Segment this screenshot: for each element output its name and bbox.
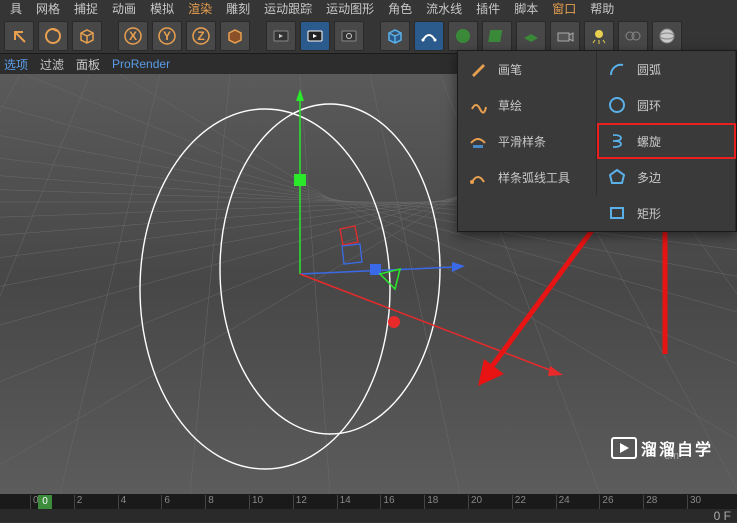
timeline-tick: 14 xyxy=(337,495,351,509)
render-region-button[interactable] xyxy=(300,21,330,51)
watermark-text: 溜溜自学 xyxy=(641,436,713,460)
timeline-tick: 26 xyxy=(599,495,613,509)
spline-sketch[interactable]: 草绘 xyxy=(458,87,597,123)
spline-button[interactable] xyxy=(414,21,444,51)
render-settings-button[interactable] xyxy=(334,21,364,51)
timeline-tick: 24 xyxy=(556,495,570,509)
spline-arctool[interactable]: 样条弧线工具 xyxy=(458,159,597,195)
spline-rect[interactable]: 矩形 xyxy=(597,195,736,231)
cube-button[interactable] xyxy=(72,21,102,51)
spline-arc-label: 圆弧 xyxy=(637,61,661,78)
circle-icon xyxy=(607,95,627,115)
menu-item-2[interactable]: 捕捉 xyxy=(68,0,104,18)
sub-item-0[interactable]: 选项 xyxy=(4,56,28,73)
timeline-tick: 20 xyxy=(468,495,482,509)
play-badge-icon xyxy=(611,437,637,459)
menu-item-8[interactable]: 运动图形 xyxy=(320,0,380,18)
menu-item-1[interactable]: 网格 xyxy=(30,0,66,18)
menu-item-13[interactable]: 窗口 xyxy=(546,0,582,18)
axis-x-button[interactable]: X xyxy=(118,21,148,51)
watermark: 溜溜自学 xyxy=(611,436,713,460)
menu-item-5[interactable]: 渲染 xyxy=(182,0,218,18)
timeline-tick: 8 xyxy=(205,495,214,509)
redo-button[interactable] xyxy=(38,21,68,51)
menu-item-10[interactable]: 流水线 xyxy=(420,0,468,18)
arc-icon xyxy=(607,59,627,79)
undo-button[interactable] xyxy=(4,21,34,51)
timeline-tick: 22 xyxy=(512,495,526,509)
polygon-icon xyxy=(607,167,627,187)
menu-item-11[interactable]: 插件 xyxy=(470,0,506,18)
spline-smooth-label: 平滑样条 xyxy=(498,133,546,150)
sphere-button[interactable] xyxy=(652,21,682,51)
timeline: 0 024681012141618202224262830 0 F xyxy=(0,494,737,522)
svg-text:Z: Z xyxy=(197,29,204,43)
timeline-tick: 12 xyxy=(293,495,307,509)
sub-item-3[interactable]: ProRender xyxy=(112,57,170,71)
spline-rect-label: 矩形 xyxy=(637,205,661,222)
spline-circle-label: 圆环 xyxy=(637,97,661,114)
spline-polygon[interactable]: 多边 xyxy=(597,159,736,195)
primitive-button[interactable] xyxy=(380,21,410,51)
arc-tool-icon xyxy=(468,167,488,187)
spline-arc[interactable]: 圆弧 xyxy=(597,51,736,87)
plane-button[interactable] xyxy=(516,21,546,51)
helix-icon xyxy=(607,131,627,151)
render-button[interactable] xyxy=(266,21,296,51)
sub-item-1[interactable]: 过滤 xyxy=(40,56,64,73)
menu-item-6[interactable]: 雕刻 xyxy=(220,0,256,18)
timeline-tick: 10 xyxy=(249,495,263,509)
light-button[interactable] xyxy=(584,21,614,51)
rect-icon xyxy=(607,203,627,223)
spline-sketch-label: 草绘 xyxy=(498,97,522,114)
timeline-tick: 2 xyxy=(74,495,83,509)
spline-pen[interactable]: 画笔 xyxy=(458,51,597,87)
camera-button[interactable] xyxy=(550,21,580,51)
menu-item-4[interactable]: 模拟 xyxy=(144,0,180,18)
sub-item-2[interactable]: 面板 xyxy=(76,56,100,73)
spline-smooth[interactable]: 平滑样条 xyxy=(458,123,597,159)
menu-item-9[interactable]: 角色 xyxy=(382,0,418,18)
timeline-tick: 6 xyxy=(161,495,170,509)
spline-polygon-label: 多边 xyxy=(637,169,661,186)
timeline-tick: 4 xyxy=(118,495,127,509)
spline-circle[interactable]: 圆环 xyxy=(597,87,736,123)
spline-helix-label: 螺旋 xyxy=(637,133,661,150)
spline-popup-menu: 画笔 圆弧 草绘 圆环 平滑样条 螺旋 样条弧线工具 xyxy=(457,50,737,232)
svg-text:Y: Y xyxy=(163,29,171,43)
menu-bar: 具 网格 捕捉 动画 模拟 渲染 雕刻 运动跟踪 运动图形 角色 流水线 插件 … xyxy=(0,0,737,18)
axis-y-button[interactable]: Y xyxy=(152,21,182,51)
deformer-button[interactable] xyxy=(482,21,512,51)
menu-item-14[interactable]: 帮助 xyxy=(584,0,620,18)
axis-z-button[interactable]: Z xyxy=(186,21,216,51)
timeline-frame-label: 0 F xyxy=(714,509,731,523)
generator-button[interactable] xyxy=(448,21,478,51)
spline-arctool-label: 样条弧线工具 xyxy=(498,169,570,186)
sketch-icon xyxy=(468,95,488,115)
menu-item-12[interactable]: 脚本 xyxy=(508,0,544,18)
menu-item-7[interactable]: 运动跟踪 xyxy=(258,0,318,18)
timeline-tick: 18 xyxy=(424,495,438,509)
spline-helix[interactable]: 螺旋 xyxy=(597,123,736,159)
timeline-tick: 28 xyxy=(643,495,657,509)
timeline-tick: 16 xyxy=(380,495,394,509)
coord-button[interactable] xyxy=(220,21,250,51)
link-button[interactable] xyxy=(618,21,648,51)
timeline-status: 0 F xyxy=(0,509,737,523)
timeline-track[interactable]: 0 024681012141618202224262830 xyxy=(0,495,737,509)
timeline-cursor[interactable]: 0 xyxy=(38,495,52,509)
smooth-icon xyxy=(468,131,488,151)
svg-text:X: X xyxy=(129,29,137,43)
timeline-tick: 30 xyxy=(687,495,701,509)
main-toolbar: X Y Z xyxy=(0,18,737,54)
timeline-tick: 0 xyxy=(30,495,39,509)
menu-item-0[interactable]: 具 xyxy=(4,0,28,18)
menu-item-3[interactable]: 动画 xyxy=(106,0,142,18)
pen-icon xyxy=(468,59,488,79)
spline-pen-label: 画笔 xyxy=(498,61,522,78)
